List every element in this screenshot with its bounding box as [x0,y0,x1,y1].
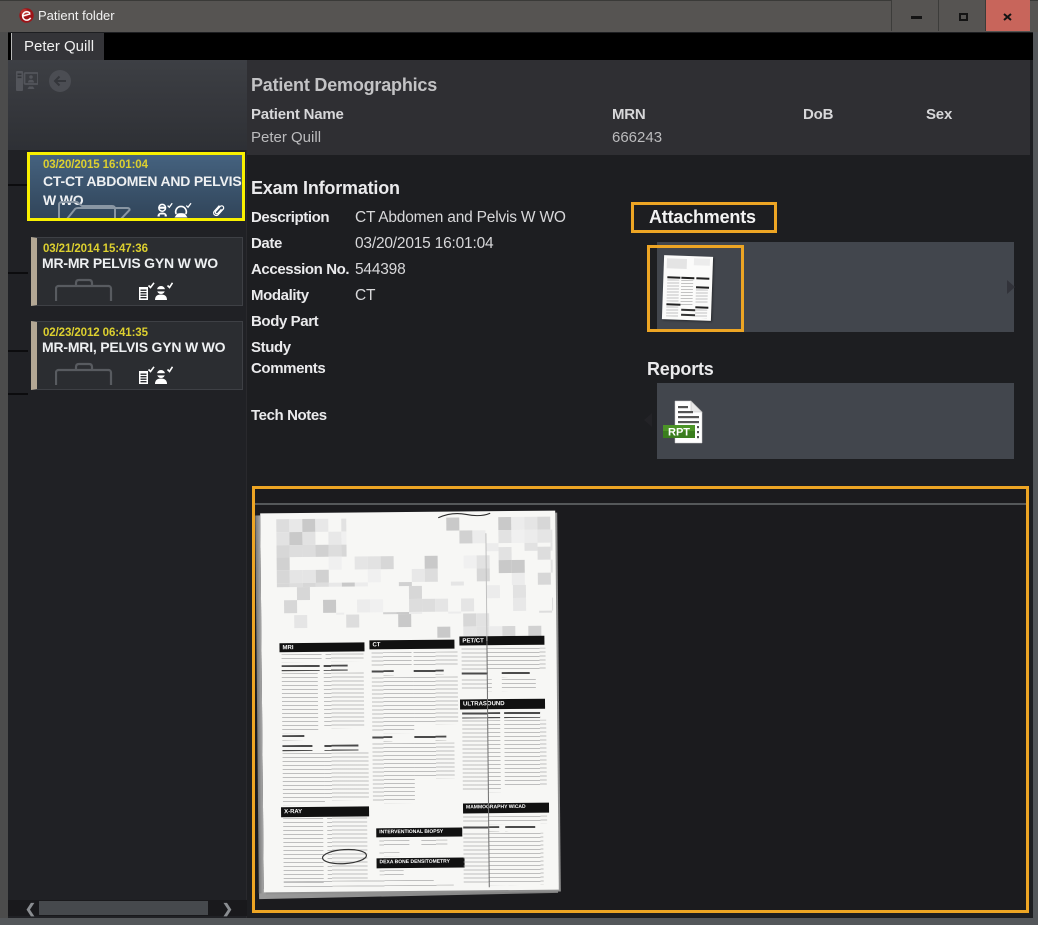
svg-text:RPT: RPT [668,427,690,439]
